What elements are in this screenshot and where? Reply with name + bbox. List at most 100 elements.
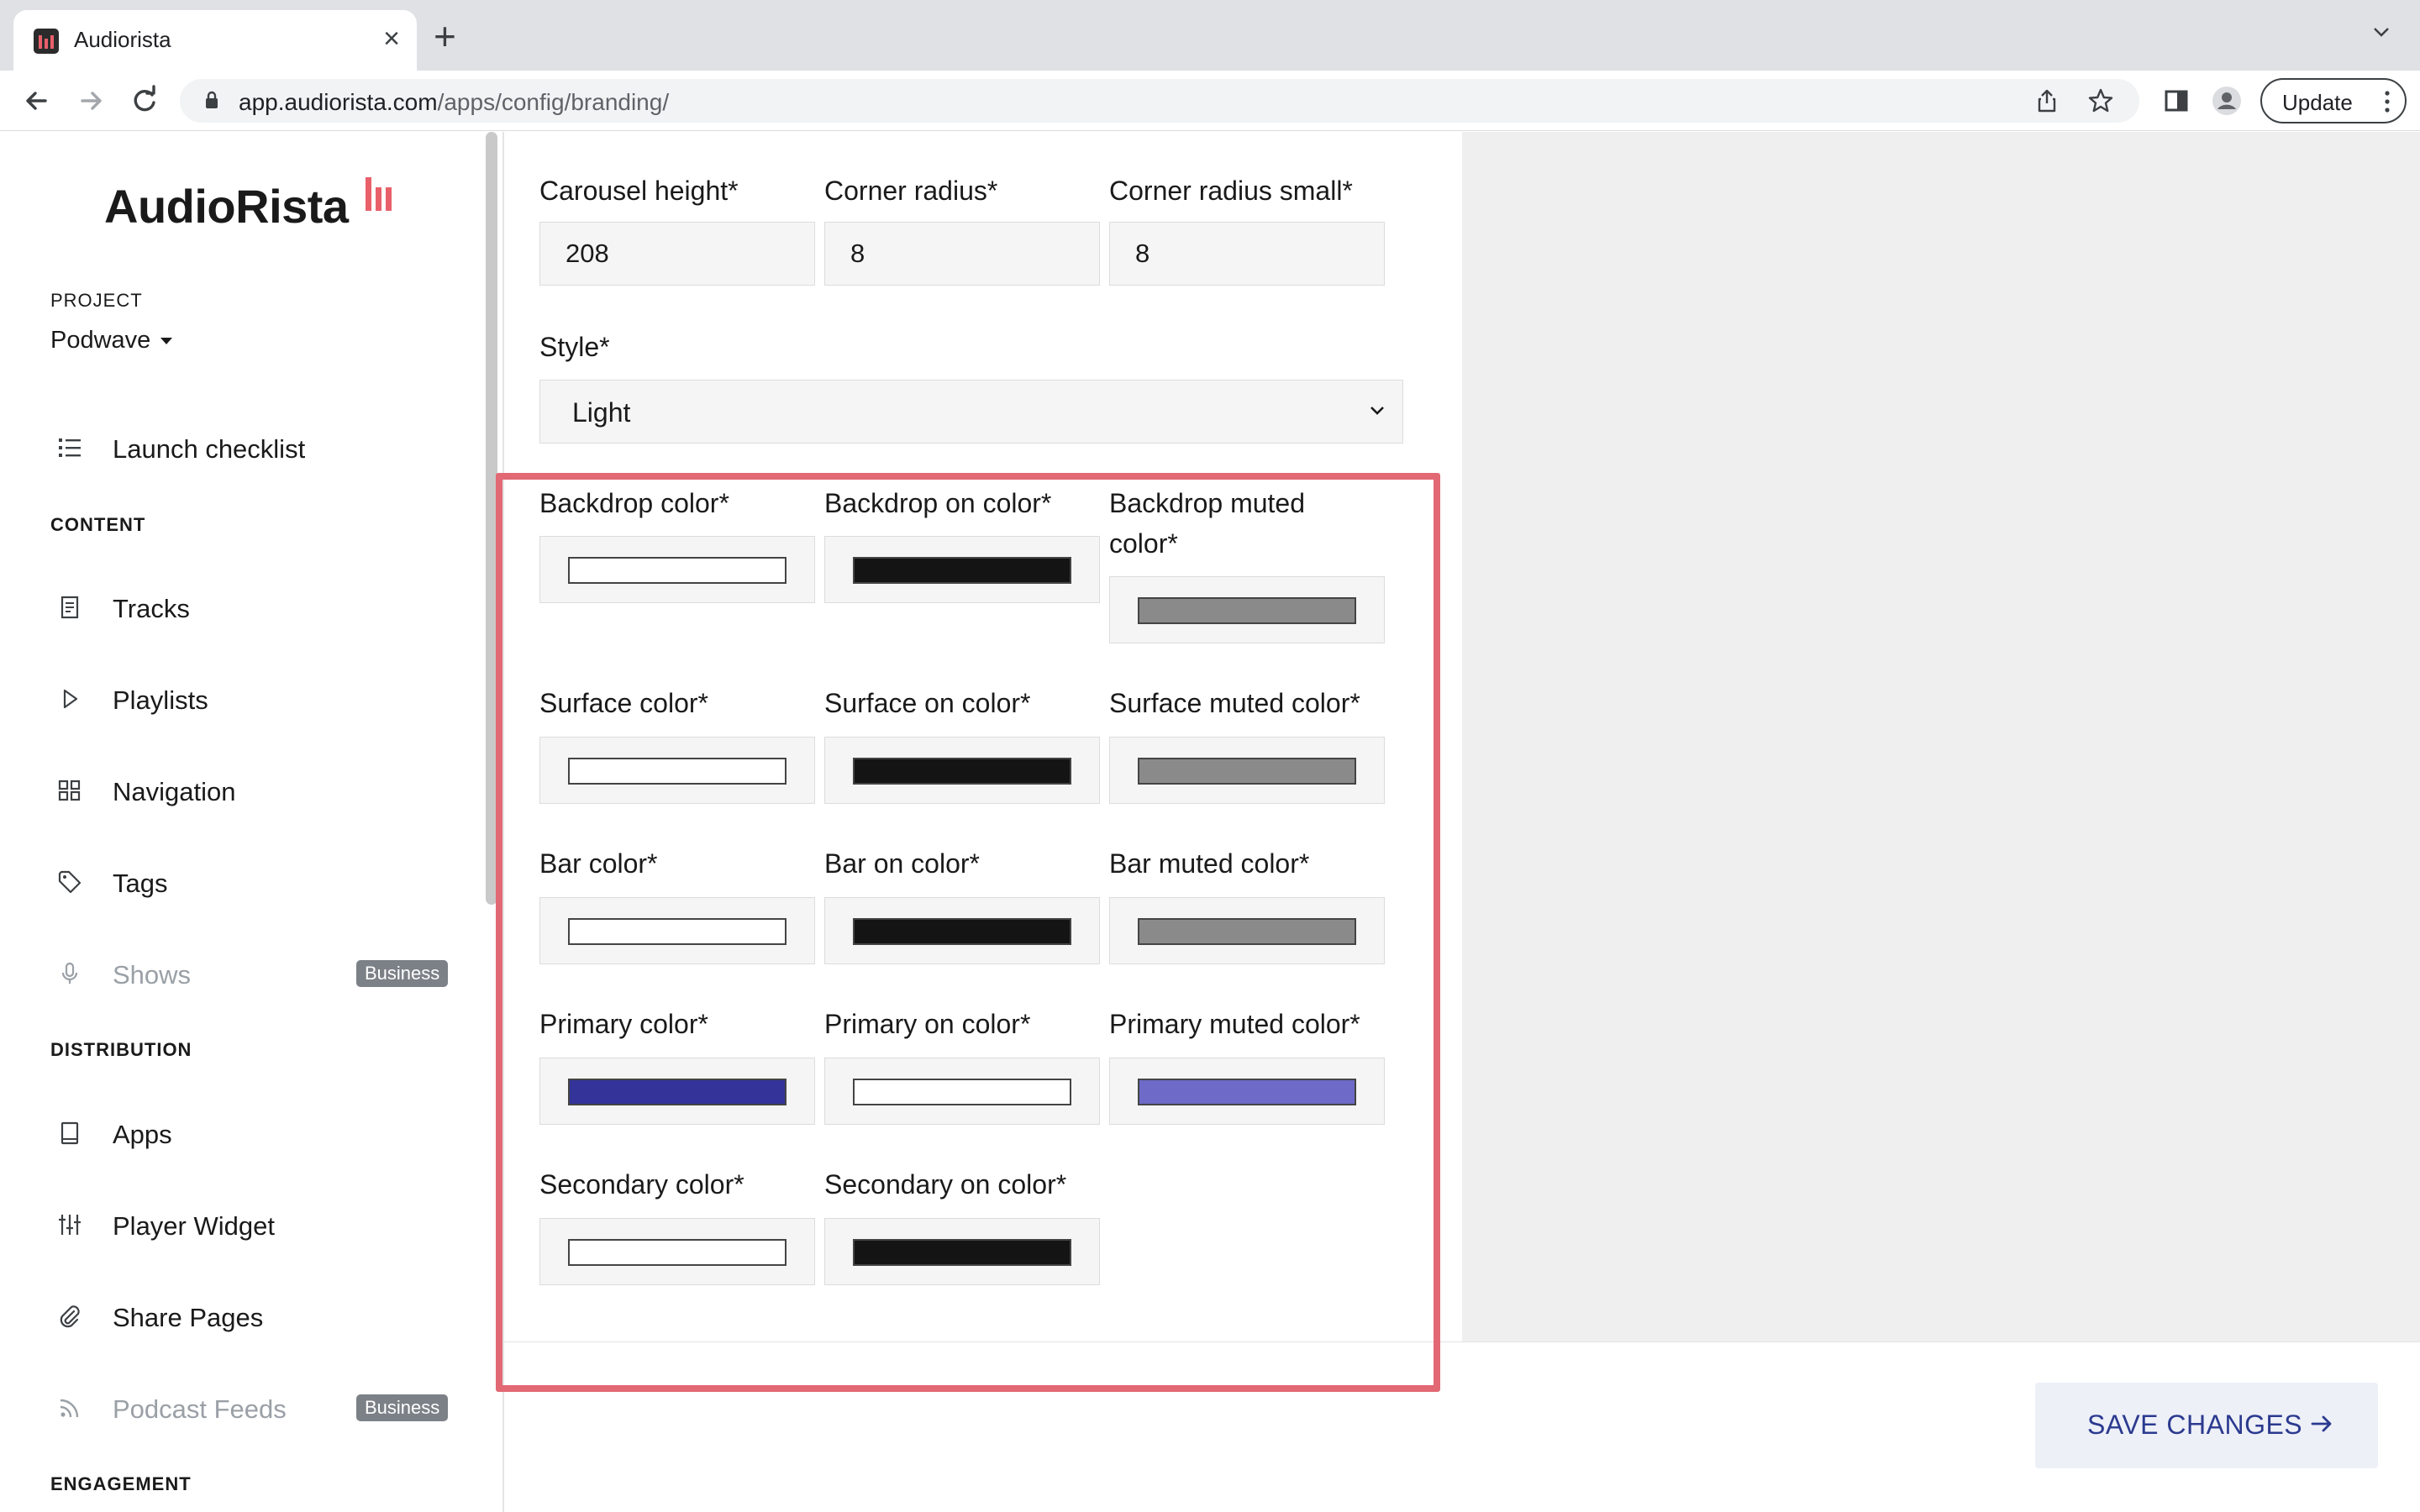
backdrop-color-input[interactable]	[539, 536, 815, 603]
address-bar[interactable]: app.audiorista.com/apps/config/branding/	[180, 79, 2139, 123]
bar-muted-color-input[interactable]	[1109, 897, 1385, 964]
style-select[interactable]: Light	[539, 380, 1403, 444]
backdrop-muted-color-label-line1: Backdrop muted	[1109, 488, 1306, 518]
chevron-down-icon	[1370, 407, 1384, 415]
update-label: Update	[2282, 90, 2353, 115]
update-button[interactable]: Update	[2260, 78, 2407, 123]
profile-avatar-icon[interactable]	[2210, 84, 2244, 118]
sidebar-item-label: Shows	[113, 960, 192, 990]
sliders-icon	[59, 1215, 81, 1235]
document-icon	[60, 596, 79, 619]
browser-toolbar: app.audiorista.com/apps/config/branding/…	[0, 71, 2420, 131]
sidebar-item-launch-checklist[interactable]: Launch checklist	[50, 423, 454, 473]
secondary-on-color-input[interactable]	[824, 1218, 1100, 1285]
color-swatch[interactable]	[853, 1079, 1071, 1105]
sidebar-item-tags[interactable]: Tags	[50, 857, 454, 907]
reload-icon[interactable]	[126, 82, 163, 119]
secondary-color-input[interactable]	[539, 1218, 815, 1285]
bar-on-color-label: Bar on color*	[824, 848, 980, 879]
sidebar-item-label: Podcast Feeds	[113, 1394, 287, 1424]
color-swatch[interactable]	[568, 758, 786, 785]
corner-radius-small-input[interactable]: 8	[1109, 222, 1385, 286]
primary-on-color-input[interactable]	[824, 1058, 1100, 1125]
bookmark-star-icon[interactable]	[2087, 87, 2114, 114]
side-panel-icon[interactable]	[2160, 84, 2193, 118]
branding-form: Carousel height* Corner radius* Corner r…	[504, 132, 1462, 1341]
secondary-color-label: Secondary color*	[539, 1169, 744, 1200]
project-selector[interactable]: Podwave	[50, 327, 173, 354]
surface-on-color-label: Surface on color*	[824, 688, 1031, 718]
url-text[interactable]: app.audiorista.com/apps/config/branding/	[239, 89, 669, 116]
lock-icon[interactable]	[205, 91, 218, 109]
color-swatch[interactable]	[568, 918, 786, 945]
sidebar-item-tracks[interactable]: Tracks	[50, 582, 454, 633]
sidebar-item-navigation[interactable]: Navigation	[50, 765, 454, 816]
bar-on-color-input[interactable]	[824, 897, 1100, 964]
checklist-icon	[59, 438, 81, 457]
style-selected-value: Light	[572, 397, 631, 428]
backdrop-muted-color-label-line2: color*	[1109, 528, 1178, 559]
surface-muted-color-label: Surface muted color*	[1109, 688, 1360, 718]
color-swatch[interactable]	[568, 557, 786, 584]
tag-icon	[58, 870, 82, 894]
sidebar-item-share-pages[interactable]: Share Pages	[50, 1291, 454, 1341]
secondary-on-color-label: Secondary on color*	[824, 1169, 1067, 1200]
forward-arrow-icon[interactable]	[72, 82, 109, 119]
caret-down-icon	[160, 338, 173, 345]
surface-on-color-input[interactable]	[824, 737, 1100, 804]
audiorista-logo[interactable]: AudioRista	[104, 179, 349, 234]
sidebar-item-player-widget[interactable]: Player Widget	[50, 1200, 454, 1250]
sidebar-item-playlists[interactable]: Playlists	[50, 674, 454, 724]
save-changes-button[interactable]: SAVE CHANGES	[2035, 1383, 2378, 1468]
business-badge: Business	[356, 1394, 449, 1421]
back-arrow-icon[interactable]	[18, 82, 55, 119]
sidebar-item-apps[interactable]: Apps	[50, 1108, 454, 1158]
sidebar-item-label: Navigation	[113, 777, 236, 806]
sidebar-item-shows[interactable]: Shows Business	[50, 948, 454, 999]
color-swatch[interactable]	[1138, 918, 1356, 945]
color-swatch[interactable]	[853, 557, 1071, 584]
color-swatch[interactable]	[853, 1239, 1071, 1266]
new-tab-icon[interactable]: +	[434, 17, 456, 55]
color-swatch[interactable]	[568, 1239, 786, 1266]
color-swatch[interactable]	[853, 918, 1071, 945]
logo-bars-icon	[366, 177, 399, 211]
backdrop-muted-color-input[interactable]	[1109, 576, 1385, 643]
corner-radius-input[interactable]: 8	[824, 222, 1100, 286]
color-swatch[interactable]	[853, 758, 1071, 785]
sidebar-scrollbar[interactable]	[486, 132, 497, 905]
browser-tab[interactable]: Audiorista ×	[13, 10, 417, 71]
tablet-icon	[60, 1121, 79, 1145]
primary-color-label: Primary color*	[539, 1009, 708, 1039]
share-icon[interactable]	[2033, 87, 2060, 114]
primary-color-input[interactable]	[539, 1058, 815, 1125]
tab-search-chevron-icon[interactable]	[2371, 22, 2391, 42]
color-swatch[interactable]	[1138, 597, 1356, 624]
sidebar-item-podcast-feeds[interactable]: Podcast Feeds Business	[50, 1383, 454, 1433]
bar-color-input[interactable]	[539, 897, 815, 964]
backdrop-on-color-label: Backdrop on color*	[824, 488, 1052, 518]
play-icon	[63, 689, 78, 709]
corner-radius-small-label: Corner radius small*	[1109, 176, 1353, 206]
sidebar: AudioRista PROJECT Podwave Launch checkl…	[0, 132, 487, 1512]
color-swatch[interactable]	[568, 1079, 786, 1105]
sidebar-item-label: Launch checklist	[113, 434, 306, 464]
color-swatch[interactable]	[1138, 758, 1356, 785]
close-tab-icon[interactable]: ×	[383, 22, 400, 55]
primary-on-color-label: Primary on color*	[824, 1009, 1031, 1039]
sidebar-item-label: Tracks	[113, 594, 190, 623]
project-name: Podwave	[50, 327, 151, 354]
primary-muted-color-input[interactable]	[1109, 1058, 1385, 1125]
sidebar-item-label: Player Widget	[113, 1211, 275, 1241]
sidebar-item-label: Tags	[113, 869, 168, 898]
corner-radius-label: Corner radius*	[824, 176, 998, 206]
surface-muted-color-input[interactable]	[1109, 737, 1385, 804]
backdrop-on-color-input[interactable]	[824, 536, 1100, 603]
preview-panel	[1462, 132, 2420, 1341]
backdrop-color-label: Backdrop color*	[539, 488, 729, 518]
surface-color-input[interactable]	[539, 737, 815, 804]
microphone-icon	[61, 962, 78, 984]
kebab-menu-icon[interactable]	[2385, 91, 2390, 113]
color-swatch[interactable]	[1138, 1079, 1356, 1105]
carousel-height-input[interactable]: 208	[539, 222, 815, 286]
